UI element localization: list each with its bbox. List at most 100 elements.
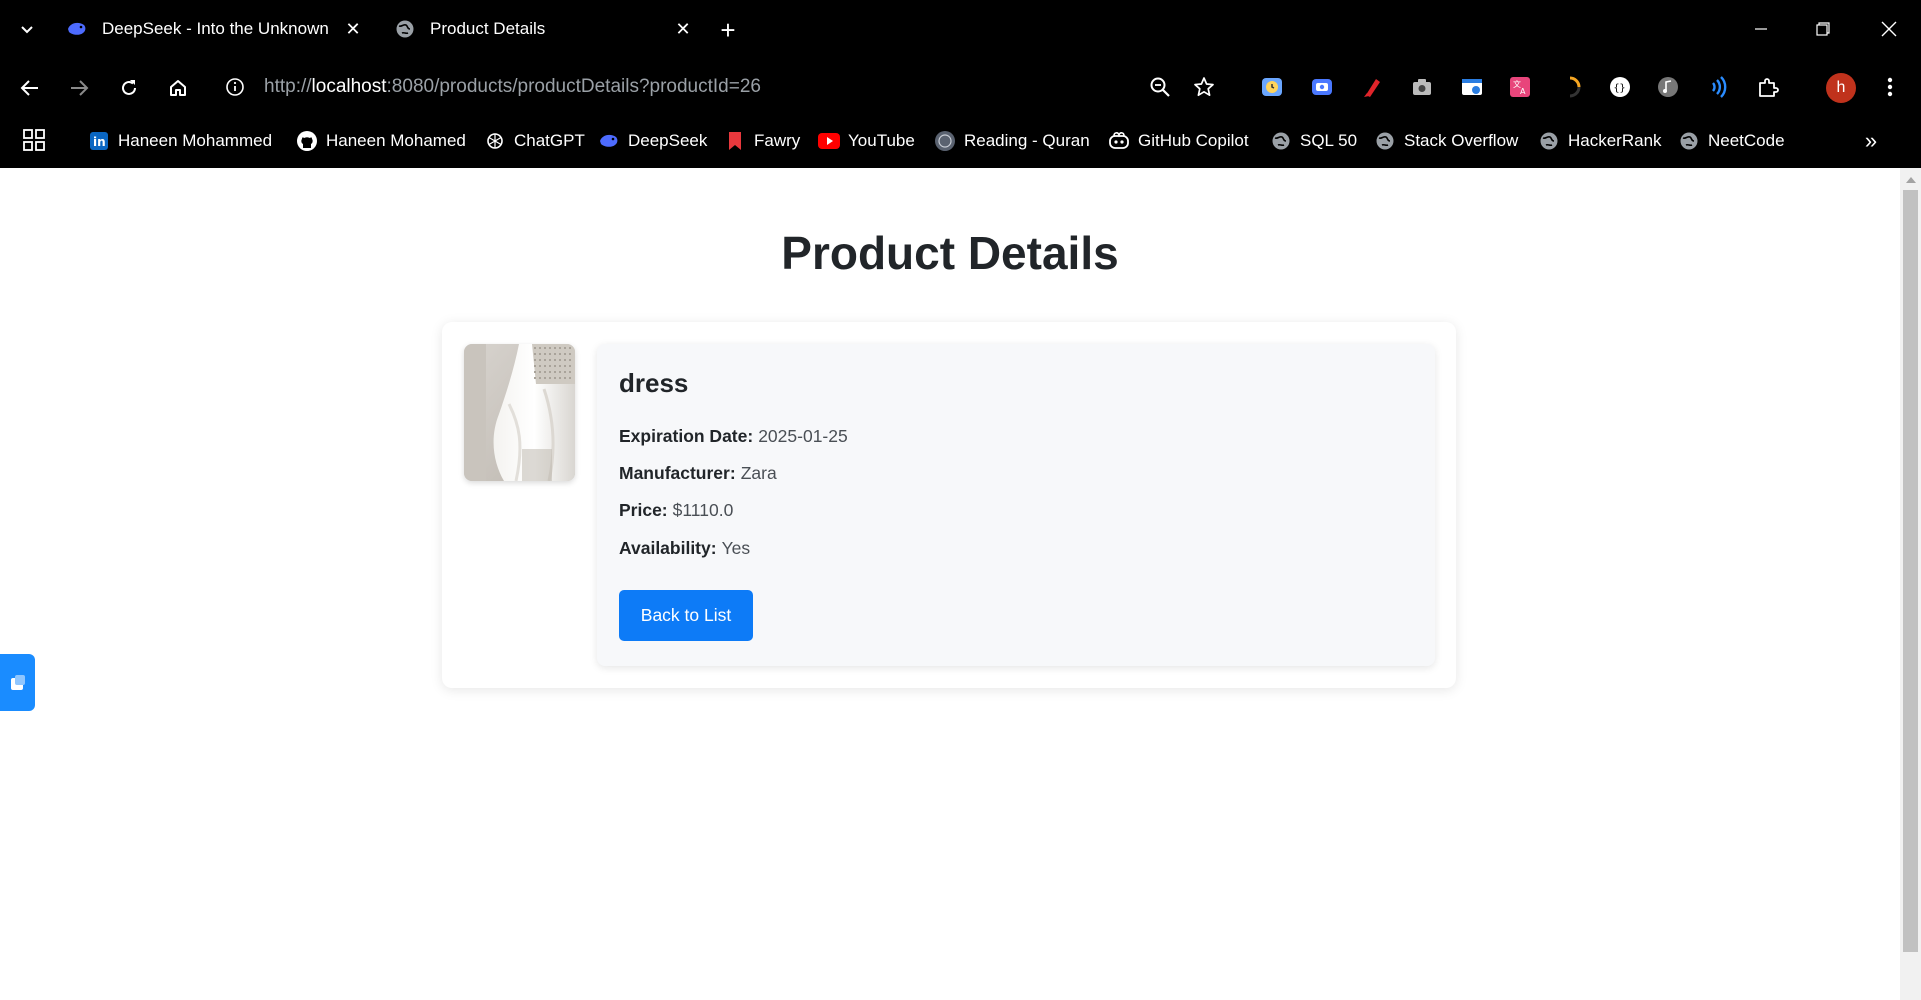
- bookmark-label: Stack Overflow: [1404, 131, 1518, 151]
- tab-strip: DeepSeek - Into the Unknown ✕ Product De…: [0, 0, 1921, 58]
- field-value: $1110.0: [673, 500, 734, 520]
- window-close-icon[interactable]: [1874, 14, 1904, 44]
- profile-avatar[interactable]: h: [1826, 73, 1856, 103]
- scrollbar-thumb[interactable]: [1903, 190, 1918, 952]
- vertical-scrollbar[interactable]: [1900, 168, 1921, 1000]
- copilot-icon: [1108, 130, 1130, 152]
- new-tab-plus-icon[interactable]: +: [714, 16, 742, 44]
- scroll-up-arrow-icon[interactable]: [1900, 172, 1921, 186]
- product-card: dress Expiration Date:2025-01-25 Manufac…: [442, 322, 1456, 688]
- product-image: [464, 344, 575, 481]
- music-extension-icon[interactable]: [1654, 73, 1682, 101]
- zoom-icon[interactable]: [1146, 73, 1174, 101]
- apps-grid-icon[interactable]: [22, 128, 48, 154]
- url-scheme: http://: [264, 76, 312, 98]
- bookmark-label: SQL 50: [1300, 131, 1357, 151]
- chatgpt-icon: [484, 130, 506, 152]
- field-value: Yes: [722, 538, 751, 558]
- screenshot-extension-icon[interactable]: [1458, 73, 1486, 101]
- forward-arrow-icon[interactable]: [63, 72, 95, 104]
- bookmark-linkedin[interactable]: in Haneen Mohammed: [88, 126, 272, 156]
- loading-extension-icon[interactable]: [1556, 73, 1584, 101]
- home-icon[interactable]: [162, 72, 194, 104]
- bookmark-label: Haneen Mohamed: [326, 131, 466, 151]
- camera-extension-icon[interactable]: [1408, 73, 1436, 101]
- bookmark-sql-50[interactable]: SQL 50: [1270, 126, 1357, 156]
- youtube-icon: [818, 130, 840, 152]
- product-name: dress: [619, 368, 688, 399]
- close-icon[interactable]: ✕: [340, 16, 366, 42]
- svg-text:in: in: [93, 135, 106, 149]
- more-menu-icon[interactable]: [1876, 73, 1904, 101]
- expiration-date-row: Expiration Date:2025-01-25: [619, 426, 848, 447]
- bookmark-chatgpt[interactable]: ChatGPT: [484, 126, 585, 156]
- bookmark-label: Haneen Mohammed: [118, 131, 272, 151]
- field-label: Expiration Date:: [619, 426, 753, 446]
- github-icon: [296, 130, 318, 152]
- product-details-panel: dress Expiration Date:2025-01-25 Manufac…: [597, 344, 1435, 666]
- bookmark-github[interactable]: Haneen Mohamed: [296, 126, 466, 156]
- alarm-extension-icon[interactable]: [1258, 73, 1286, 101]
- tab-title: Product Details: [430, 19, 670, 39]
- bookmarks-bar: in Haneen Mohammed Haneen Mohamed ChatGP…: [0, 116, 1921, 166]
- tab-product-details[interactable]: Product Details ✕: [384, 6, 696, 52]
- bookmark-icon: [724, 130, 746, 152]
- tab-deepseek[interactable]: DeepSeek - Into the Unknown ✕: [56, 6, 366, 52]
- bookmarks-overflow-chevron-icon[interactable]: »: [1858, 128, 1884, 154]
- field-value: 2025-01-25: [758, 426, 848, 446]
- bookmark-label: NeetCode: [1708, 131, 1785, 151]
- globe-icon: [394, 18, 416, 40]
- bookmark-stack-overflow[interactable]: Stack Overflow: [1374, 126, 1518, 156]
- restore-icon[interactable]: [1808, 14, 1838, 44]
- availability-row: Availability:Yes: [619, 538, 750, 559]
- translate-extension-icon[interactable]: 文A: [1506, 73, 1534, 101]
- field-label: Availability:: [619, 538, 717, 558]
- bookmark-label: Reading - Quran: [964, 131, 1090, 151]
- globe-icon: [1270, 130, 1292, 152]
- svg-text:{}: {}: [1614, 83, 1626, 94]
- extensions-puzzle-icon[interactable]: [1754, 73, 1782, 101]
- bookmark-label: GitHub Copilot: [1138, 131, 1249, 151]
- minimize-icon[interactable]: [1746, 14, 1776, 44]
- field-label: Manufacturer:: [619, 463, 736, 483]
- address-bar[interactable]: http://localhost:8080/products/productDe…: [224, 70, 761, 104]
- page-viewport: Product Details: [0, 168, 1900, 1000]
- back-to-list-button[interactable]: Back to List: [619, 590, 753, 641]
- url-host: localhost: [312, 76, 387, 98]
- price-row: Price:$1110.0: [619, 500, 733, 521]
- code-extension-icon[interactable]: {}: [1606, 73, 1634, 101]
- close-icon[interactable]: ✕: [670, 16, 696, 42]
- floating-widget-button[interactable]: [0, 654, 35, 711]
- bookmark-star-icon[interactable]: [1190, 73, 1218, 101]
- browser-toolbar: http://localhost:8080/products/productDe…: [0, 58, 1921, 116]
- globe-icon: [1678, 130, 1700, 152]
- globe-icon: [1374, 130, 1396, 152]
- bookmark-label: ChatGPT: [514, 131, 585, 151]
- reload-icon[interactable]: [113, 72, 145, 104]
- browser-chrome: DeepSeek - Into the Unknown ✕ Product De…: [0, 0, 1921, 168]
- globe-icon: [1538, 130, 1560, 152]
- svg-text:A: A: [1520, 87, 1526, 96]
- bookmark-github-copilot[interactable]: GitHub Copilot: [1108, 126, 1249, 156]
- bookmark-label: YouTube: [848, 131, 915, 151]
- site-info-icon[interactable]: [224, 76, 246, 98]
- bookmark-hackerrank[interactable]: HackerRank: [1538, 126, 1662, 156]
- deepseek-whale-icon: [598, 130, 620, 152]
- bookmark-deepseek[interactable]: DeepSeek: [598, 126, 707, 156]
- bookmark-label: DeepSeek: [628, 131, 707, 151]
- page-title: Product Details: [0, 226, 1900, 280]
- tab-title: DeepSeek - Into the Unknown: [102, 19, 340, 39]
- bookmark-reading-quran[interactable]: Reading - Quran: [934, 126, 1090, 156]
- tab-search-chevron-icon[interactable]: [14, 16, 40, 42]
- screen-recorder-extension-icon[interactable]: [1308, 73, 1336, 101]
- back-arrow-icon[interactable]: [14, 72, 46, 104]
- field-value: Zara: [741, 463, 777, 483]
- bookmark-youtube[interactable]: YouTube: [818, 126, 915, 156]
- quran-icon: [934, 130, 956, 152]
- bookmark-fawry[interactable]: Fawry: [724, 126, 800, 156]
- highlighter-extension-icon[interactable]: [1358, 73, 1386, 101]
- read-aloud-extension-icon[interactable]: [1704, 73, 1732, 101]
- bookmark-label: Fawry: [754, 131, 800, 151]
- field-label: Price:: [619, 500, 668, 520]
- bookmark-neetcode[interactable]: NeetCode: [1678, 126, 1785, 156]
